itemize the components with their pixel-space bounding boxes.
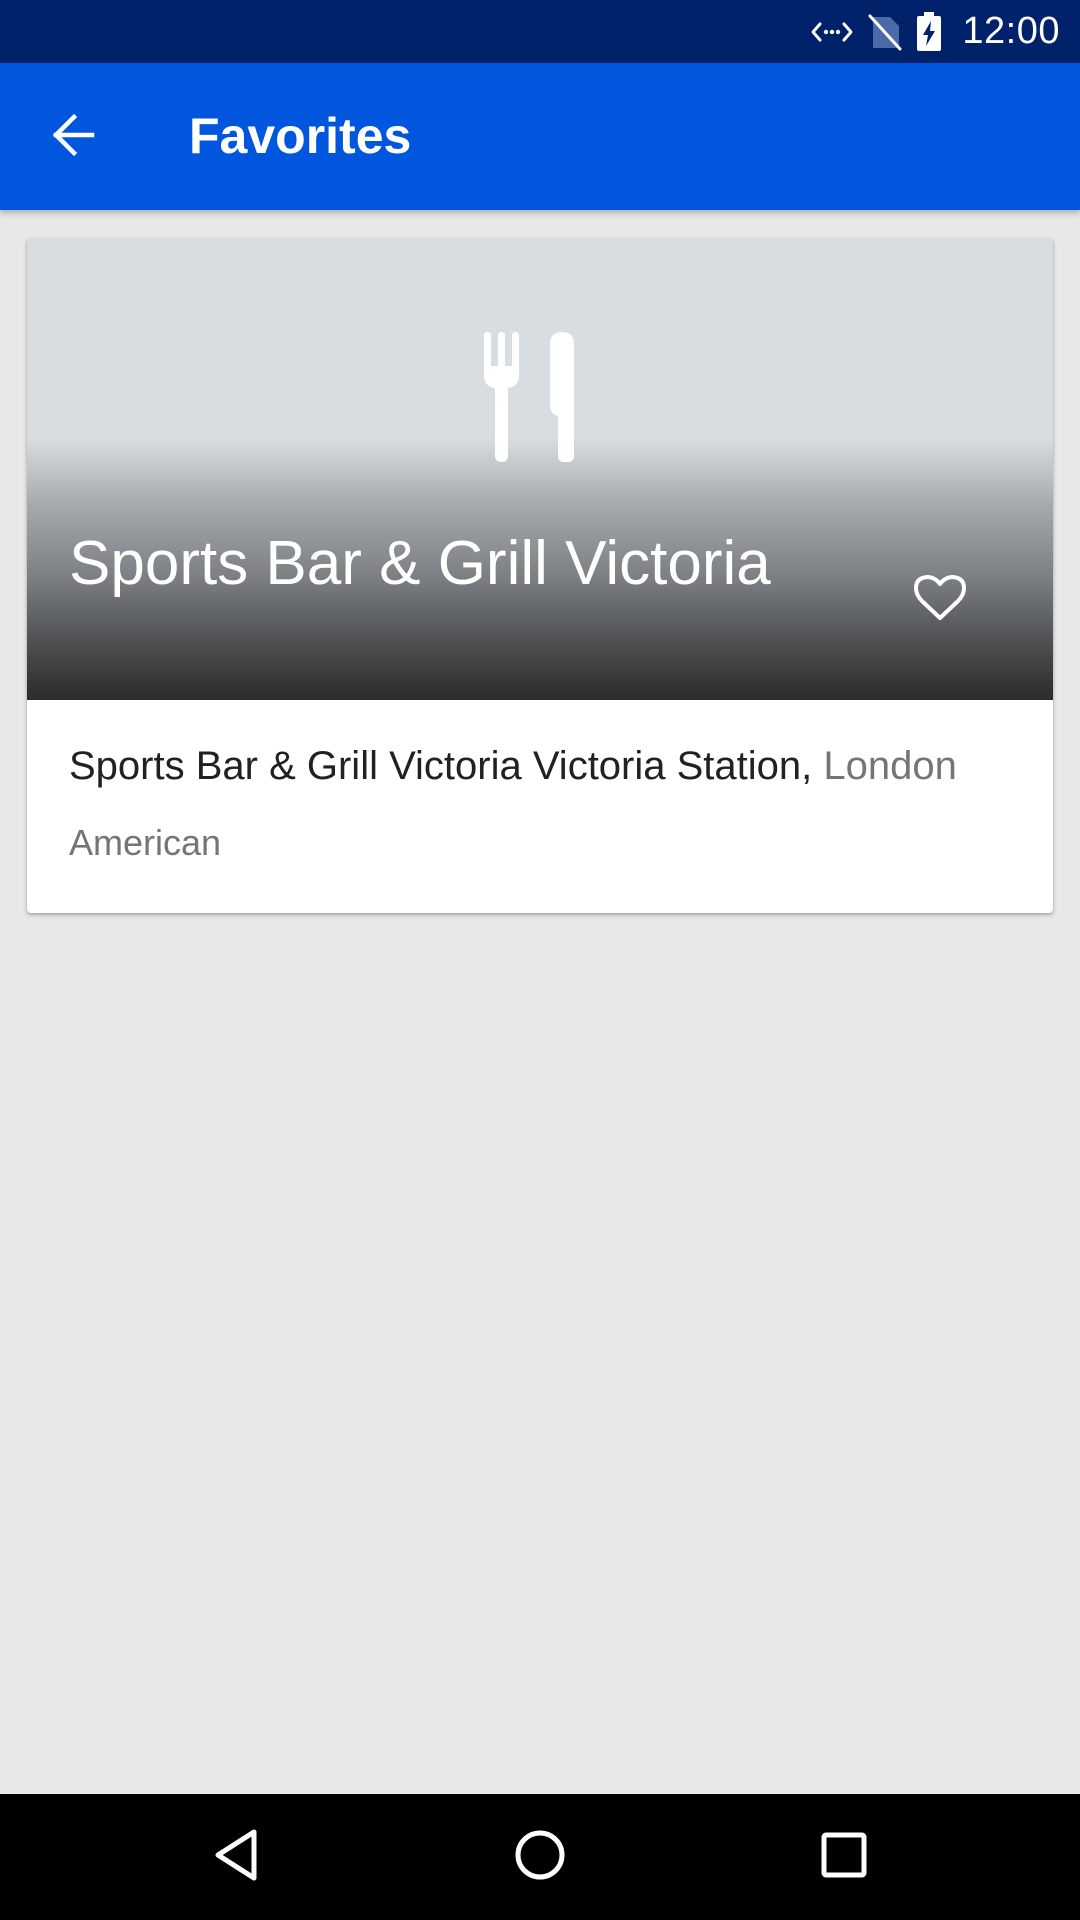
heart-outline-icon	[914, 574, 966, 627]
data-sync-icon	[810, 17, 854, 47]
status-bar: 12:00	[0, 0, 1080, 63]
status-icons: 12:00	[810, 0, 1060, 63]
recents-square-icon	[819, 1830, 869, 1885]
nav-recents-button[interactable]	[799, 1812, 889, 1902]
nav-home-button[interactable]	[495, 1812, 585, 1902]
status-time: 12:00	[962, 10, 1060, 52]
card-details: Sports Bar & Grill Victoria Victoria Sta…	[27, 700, 1053, 913]
page-title: Favorites	[189, 108, 412, 164]
arrow-back-icon	[50, 111, 98, 164]
home-circle-icon	[513, 1828, 567, 1887]
system-nav-bar	[0, 1794, 1080, 1920]
cutlery-icon	[484, 332, 594, 462]
cuisine-label: American	[69, 822, 222, 863]
restaurant-address: Sports Bar & Grill Victoria Victoria Sta…	[69, 744, 957, 789]
back-button[interactable]	[30, 93, 118, 181]
address-city: London	[823, 744, 957, 788]
favorite-button[interactable]	[900, 560, 980, 640]
address-text: Sports Bar & Grill Victoria Victoria Sta…	[69, 744, 813, 788]
nav-back-button[interactable]	[191, 1812, 281, 1902]
battery-charging-icon	[916, 11, 942, 52]
no-sim-icon	[868, 13, 902, 51]
restaurant-title: Sports Bar & Grill Victoria	[69, 529, 771, 598]
app-bar: Favorites	[0, 63, 1080, 210]
back-triangle-icon	[212, 1828, 260, 1887]
